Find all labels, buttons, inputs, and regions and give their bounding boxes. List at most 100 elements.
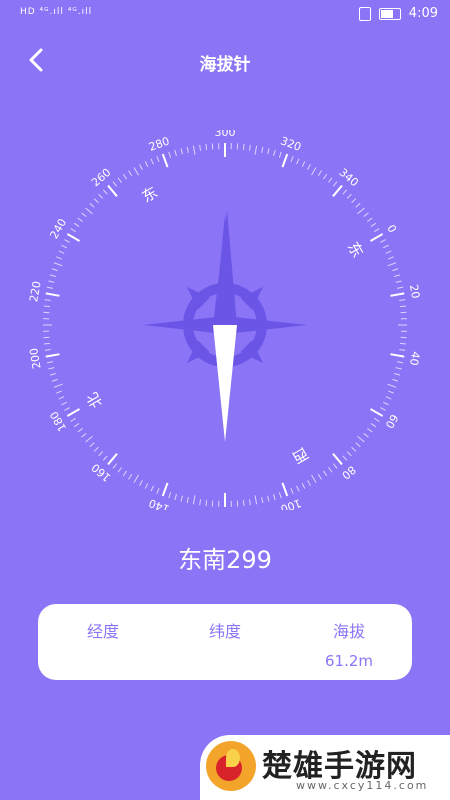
dial-tick	[351, 198, 357, 204]
dial-tick	[199, 144, 202, 151]
dial-tick	[369, 233, 384, 242]
dial-tick	[70, 417, 77, 422]
heading-readout: 东南299	[178, 546, 272, 574]
dial-tick	[56, 256, 63, 260]
clock: 4:09	[408, 6, 438, 21]
tick-label: 320	[279, 134, 303, 153]
direction-label: 北	[83, 389, 106, 411]
tick-label: 340	[337, 166, 361, 189]
dial-tick	[117, 467, 122, 473]
dial-tick	[311, 167, 317, 176]
dial-tick	[81, 432, 87, 438]
dial-tick	[174, 494, 177, 501]
dial-tick	[192, 145, 196, 155]
dial-tick	[51, 378, 58, 382]
dial-tick	[399, 342, 407, 345]
tick-label: 100	[279, 496, 303, 510]
dial-tick	[301, 482, 306, 489]
dial-tick	[370, 222, 377, 227]
dial-tick	[290, 487, 294, 494]
dial-tick	[397, 361, 404, 364]
longitude-column: 经度	[48, 618, 158, 652]
dial-tick	[180, 148, 183, 155]
dial-tick	[390, 292, 405, 297]
dial-tick	[117, 177, 122, 183]
dial-tick	[156, 156, 160, 163]
dial-tick	[98, 451, 104, 457]
dial-tick	[174, 149, 177, 156]
dial-tick	[395, 280, 402, 283]
dial-tick	[281, 153, 289, 168]
dial-tick	[242, 499, 245, 507]
dial-tick	[85, 435, 93, 443]
dial-tick	[122, 173, 127, 180]
tick-label: 240	[47, 216, 69, 241]
dial-tick	[254, 495, 258, 505]
vibrate-icon	[358, 6, 371, 21]
dial-tick	[102, 189, 108, 195]
page-title: 海拔针	[199, 55, 251, 75]
dial-tick	[156, 487, 160, 494]
dial-tick	[382, 244, 389, 249]
dial-tick	[261, 146, 264, 153]
dial-tick	[267, 495, 270, 502]
altitude-label: 海拔	[332, 622, 365, 641]
dial-tick	[367, 217, 373, 222]
dial-tick	[351, 446, 357, 452]
dial-tick	[307, 164, 311, 170]
dial-tick	[77, 428, 83, 433]
tick-label: 20	[407, 284, 422, 300]
dial-tick	[363, 432, 369, 438]
dial-tick	[380, 239, 386, 243]
brand-logo-icon	[206, 741, 256, 791]
altitude-column: 海拔 61.2m	[294, 618, 404, 670]
dial-tick	[199, 499, 202, 506]
needle-north	[213, 210, 237, 325]
dial-tick	[397, 286, 404, 289]
dial-tick	[112, 463, 118, 469]
dial-tick	[367, 428, 373, 433]
dial-tick	[107, 184, 118, 197]
dial-tick	[254, 145, 258, 155]
dial-tick	[281, 482, 289, 497]
ad-banner[interactable]: 楚雄手游网 www.cxcy114.com	[200, 735, 450, 800]
dial-tick	[89, 202, 95, 208]
dial-tick	[43, 305, 51, 308]
dial-tick	[205, 143, 208, 151]
dial-tick	[89, 442, 95, 448]
direction-label: 东	[139, 183, 161, 206]
dial-tick	[128, 473, 133, 480]
dial-tick	[144, 161, 149, 168]
tick-label: 260	[89, 166, 113, 189]
dial-tick	[56, 390, 63, 394]
dial-tick	[139, 480, 143, 486]
dial-tick	[332, 181, 338, 187]
dial-tick	[168, 151, 172, 158]
dial-tick	[301, 161, 306, 168]
dial-tick	[81, 212, 87, 218]
tick-label: 40	[407, 350, 422, 366]
ad-url: www.cxcy114.com	[296, 779, 429, 792]
tick-label: 60	[383, 412, 401, 431]
dial-tick	[385, 250, 392, 254]
battery-icon	[378, 7, 401, 20]
tick-label: 140	[147, 496, 171, 510]
dial-tick	[53, 383, 63, 388]
dial-tick	[248, 499, 251, 506]
dial-tick	[273, 149, 276, 156]
dial-tick	[49, 274, 56, 277]
dial-tick	[144, 482, 149, 489]
dial-tick	[278, 492, 282, 499]
dial-tick	[387, 262, 397, 267]
dial-tick	[332, 453, 343, 466]
dial-tick	[273, 494, 276, 501]
dial-tick	[58, 396, 65, 400]
dial-tick	[48, 367, 55, 370]
dial-tick	[311, 474, 317, 483]
dial-tick	[399, 305, 407, 308]
dial-tick	[387, 390, 394, 394]
dial-tick	[64, 239, 70, 243]
latitude-label: 纬度	[208, 622, 241, 641]
dial-tick	[357, 207, 365, 215]
dial-tick	[46, 286, 53, 289]
